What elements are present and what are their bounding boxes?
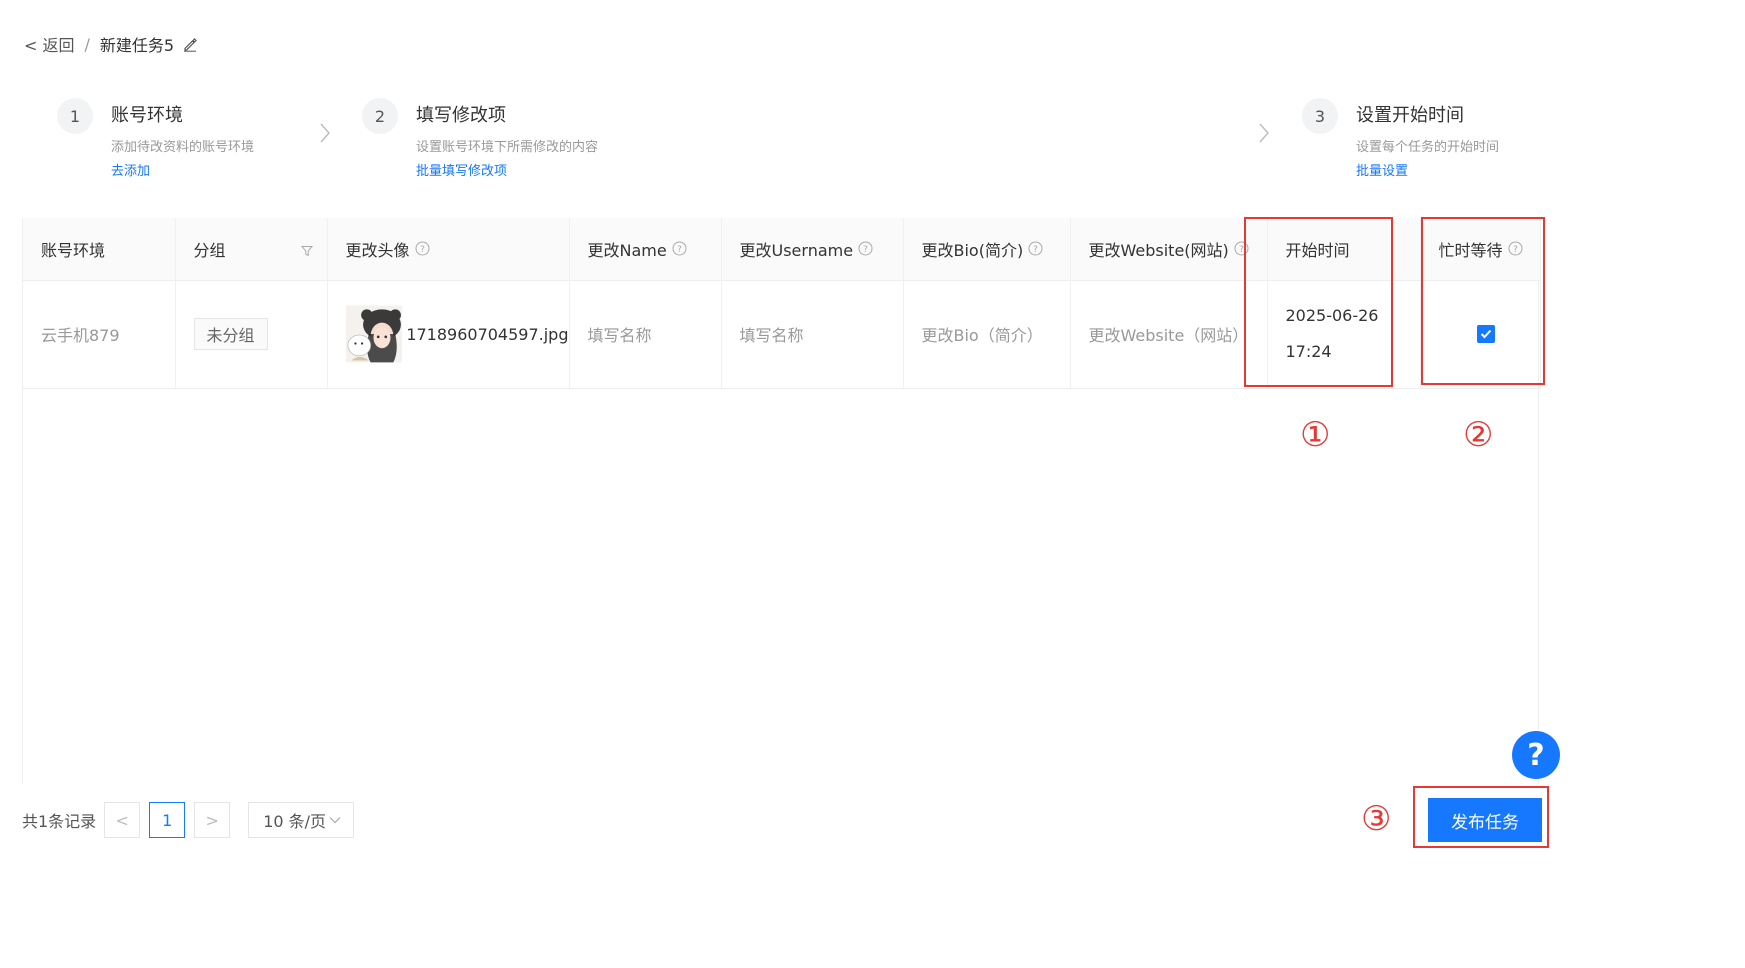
pagination: 共1条记录 < 1 > 10 条/页 bbox=[22, 802, 355, 838]
svg-text:?: ? bbox=[1033, 245, 1038, 255]
annotation-two: ② bbox=[1463, 415, 1494, 455]
step-number: 3 bbox=[1302, 98, 1338, 134]
breadcrumb: < 返回 / 新建任务5 bbox=[24, 32, 198, 56]
batch-set-link[interactable]: 批量设置 bbox=[1356, 160, 1499, 179]
svg-text:?: ? bbox=[420, 245, 425, 255]
cell-avatar[interactable]: 1718960704597.jpg bbox=[327, 280, 570, 389]
filter-icon[interactable] bbox=[300, 242, 313, 261]
page-size-value: 10 条/页 bbox=[263, 812, 327, 831]
back-link[interactable]: < 返回 bbox=[24, 32, 75, 56]
page-1-button[interactable]: 1 bbox=[149, 802, 186, 838]
col-change-username: 更改Username? bbox=[721, 218, 904, 281]
prev-page-button[interactable]: < bbox=[104, 802, 141, 838]
add-account-link[interactable]: 去添加 bbox=[111, 160, 254, 179]
cell-account: 云手机879 bbox=[23, 280, 176, 389]
help-icon[interactable]: ? bbox=[672, 241, 687, 256]
col-group: 分组 bbox=[175, 218, 328, 281]
bio-input[interactable]: 更改Bio（简介） bbox=[903, 280, 1071, 389]
step-desc: 设置每个任务的开始时间 bbox=[1356, 140, 1500, 155]
chevron-right-icon bbox=[1259, 123, 1269, 143]
total-records: 共1条记录 bbox=[22, 812, 97, 831]
step-title: 填写修改项 bbox=[416, 105, 506, 126]
batch-fill-link[interactable]: 批量填写修改项 bbox=[416, 160, 598, 179]
highlight-start-time bbox=[1244, 217, 1393, 387]
edit-icon[interactable] bbox=[182, 36, 198, 52]
chevron-left-icon: < bbox=[115, 810, 129, 830]
help-icon[interactable]: ? bbox=[415, 241, 430, 256]
step-set-start-time: 3 设置开始时间 设置每个任务的开始时间 批量设置 bbox=[1302, 98, 1499, 179]
group-tag: 未分组 bbox=[193, 318, 268, 350]
step-number: 2 bbox=[362, 98, 398, 134]
username-input[interactable]: 填写名称 bbox=[721, 280, 904, 389]
next-page-button[interactable]: > bbox=[194, 802, 231, 838]
highlight-busy-wait bbox=[1421, 217, 1545, 385]
svg-text:?: ? bbox=[677, 245, 682, 255]
page-size-select[interactable]: 10 条/页 bbox=[248, 802, 355, 838]
website-input[interactable]: 更改Website（网站） bbox=[1070, 280, 1268, 389]
step-title: 账号环境 bbox=[111, 105, 183, 126]
task-name: 新建任务5 bbox=[99, 36, 175, 55]
col-change-name: 更改Name? bbox=[569, 218, 722, 281]
chevron-right-icon bbox=[320, 123, 330, 143]
annotation-one: ① bbox=[1300, 415, 1331, 455]
chevron-right-icon: > bbox=[205, 810, 219, 830]
step-account-env: 1 账号环境 添加待改资料的账号环境 去添加 bbox=[57, 98, 254, 179]
publish-task-button[interactable]: 发布任务 bbox=[1428, 798, 1542, 842]
step-fill-changes: 2 填写修改项 设置账号环境下所需修改的内容 批量填写修改项 bbox=[362, 98, 598, 179]
help-icon[interactable]: ? bbox=[858, 241, 873, 256]
col-change-website: 更改Website(网站)? bbox=[1070, 218, 1268, 281]
help-button[interactable]: ? bbox=[1512, 731, 1560, 779]
col-account-env: 账号环境 bbox=[23, 218, 176, 281]
annotation-three: ③ bbox=[1361, 799, 1392, 839]
breadcrumb-separator: / bbox=[84, 34, 90, 54]
col-change-bio: 更改Bio(简介)? bbox=[903, 218, 1071, 281]
col-change-avatar: 更改头像? bbox=[327, 218, 570, 281]
step-number: 1 bbox=[57, 98, 93, 134]
cell-group: 未分组 bbox=[175, 280, 328, 389]
name-input[interactable]: 填写名称 bbox=[569, 280, 722, 389]
help-icon[interactable]: ? bbox=[1028, 241, 1043, 256]
avatar-filename: 1718960704597.jpg bbox=[406, 324, 569, 344]
svg-text:?: ? bbox=[863, 245, 868, 255]
step-desc: 添加待改资料的账号环境 bbox=[111, 140, 255, 155]
chevron-down-icon bbox=[329, 817, 341, 824]
step-desc: 设置账号环境下所需修改的内容 bbox=[416, 140, 599, 155]
step-title: 设置开始时间 bbox=[1356, 105, 1464, 126]
avatar-thumbnail[interactable] bbox=[345, 304, 403, 364]
